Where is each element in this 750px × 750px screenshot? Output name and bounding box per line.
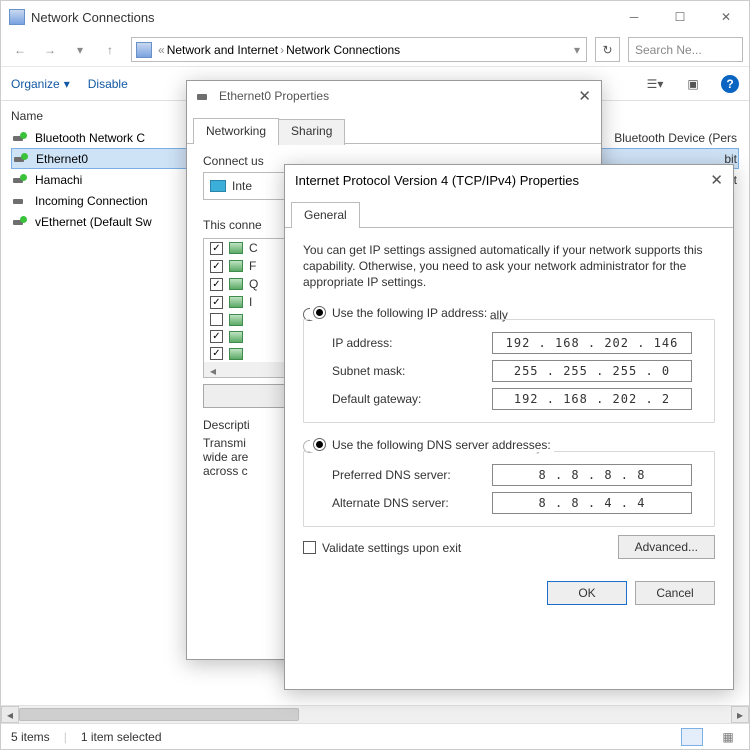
checkbox-icon[interactable]: ✓: [210, 347, 223, 360]
large-icons-view-button[interactable]: ▦: [717, 728, 739, 746]
advanced-button[interactable]: Advanced...: [618, 535, 715, 559]
tab-networking[interactable]: Networking: [193, 118, 279, 144]
cancel-button[interactable]: Cancel: [635, 581, 715, 605]
protocol-icon: [229, 331, 243, 343]
adapter-icon: [13, 130, 29, 146]
refresh-button[interactable]: ↻: [595, 37, 620, 62]
protocol-icon: [229, 314, 243, 326]
protocol-icon: [229, 242, 243, 254]
protocol-icon: [229, 348, 243, 360]
minimize-button[interactable]: ─: [611, 1, 657, 33]
horizontal-scrollbar[interactable]: ◂ ▸: [1, 705, 749, 723]
help-button[interactable]: ?: [721, 75, 739, 93]
recent-dropdown[interactable]: ▾: [67, 37, 93, 63]
breadcrumb-seg-1[interactable]: Network and Internet: [167, 43, 278, 57]
location-icon: [136, 42, 152, 58]
address-dropdown-icon[interactable]: ▾: [574, 43, 580, 57]
search-placeholder: Search Ne...: [635, 43, 702, 57]
protocol-icon: [229, 260, 243, 272]
search-input[interactable]: Search Ne...: [628, 37, 743, 62]
preview-pane-button[interactable]: ▣: [683, 75, 703, 93]
tabstrip: General: [285, 201, 733, 228]
dialog-title: Ethernet0 Properties: [219, 89, 578, 103]
tabstrip: Networking Sharing: [187, 117, 601, 144]
chevron-down-icon: ▾: [64, 77, 70, 91]
window-icon: [9, 9, 25, 25]
default-gateway-input[interactable]: 192 . 168 . 202 . 2: [492, 388, 692, 410]
conn-name: Bluetooth Network C: [35, 131, 145, 145]
alternate-dns-input[interactable]: 8 . 8 . 4 . 4: [492, 492, 692, 514]
address-bar[interactable]: « Network and Internet › Network Connect…: [131, 37, 587, 62]
preferred-dns-label: Preferred DNS server:: [332, 468, 492, 482]
scroll-thumb[interactable]: [19, 708, 299, 721]
checkbox-icon[interactable]: ✓: [210, 260, 223, 273]
default-gateway-label: Default gateway:: [332, 392, 492, 406]
adapter-name: Inte: [232, 179, 252, 193]
conn-name: vEthernet (Default Sw: [35, 215, 152, 229]
radio-icon: [313, 438, 326, 451]
checkbox-icon[interactable]: ✓: [210, 296, 223, 309]
status-selected: 1 item selected: [81, 730, 162, 744]
alternate-dns-label: Alternate DNS server:: [332, 496, 492, 510]
nic-icon: [210, 180, 226, 192]
back-button[interactable]: ←: [7, 37, 33, 63]
preferred-dns-input[interactable]: 8 . 8 . 8 . 8: [492, 464, 692, 486]
dialog-close-button[interactable]: ✕: [578, 87, 591, 105]
titlebar: Network Connections ─ ☐ ✕: [1, 1, 749, 33]
tab-general[interactable]: General: [291, 202, 360, 228]
dialog-body: You can get IP settings assigned automat…: [285, 228, 733, 617]
ok-button[interactable]: OK: [547, 581, 627, 605]
chevron-right-icon: ›: [280, 43, 284, 57]
status-bar: 5 items | 1 item selected ▦: [1, 723, 749, 749]
adapter-icon: [14, 151, 30, 167]
disable-button[interactable]: Disable: [88, 77, 128, 91]
description-label: Descripti: [203, 418, 250, 432]
status-count: 5 items: [11, 730, 50, 744]
dialog-titlebar: Ethernet0 Properties ✕: [187, 81, 601, 111]
protocol-icon: [229, 278, 243, 290]
scroll-right-button[interactable]: ▸: [731, 706, 749, 723]
subnet-mask-label: Subnet mask:: [332, 364, 492, 378]
ipv4-properties-dialog: Internet Protocol Version 4 (TCP/IPv4) P…: [284, 164, 734, 690]
checkbox-icon: [303, 541, 316, 554]
breadcrumb-history-icon: «: [158, 43, 165, 57]
adapter-icon: [13, 193, 29, 209]
checkbox-icon[interactable]: [210, 313, 223, 326]
checkbox-icon[interactable]: ✓: [210, 242, 223, 255]
checkbox-icon[interactable]: ✓: [210, 278, 223, 291]
window-title: Network Connections: [31, 10, 611, 25]
address-toolbar: ← → ▾ ↑ « Network and Internet › Network…: [1, 33, 749, 67]
up-button[interactable]: ↑: [97, 37, 123, 63]
protocol-icon: [229, 296, 243, 308]
ip-address-input[interactable]: 192 . 168 . 202 . 146: [492, 332, 692, 354]
conn-name: Incoming Connection: [35, 194, 148, 208]
subnet-mask-input[interactable]: 255 . 255 . 255 . 0: [492, 360, 692, 382]
ip-address-label: IP address:: [332, 336, 492, 350]
organize-menu[interactable]: Organize▾: [11, 77, 70, 91]
info-text: You can get IP settings assigned automat…: [303, 242, 715, 291]
dialog-titlebar: Internet Protocol Version 4 (TCP/IPv4) P…: [285, 165, 733, 195]
conn-name: Hamachi: [35, 173, 82, 187]
close-button[interactable]: ✕: [703, 1, 749, 33]
adapter-icon: [13, 172, 29, 188]
scroll-left-button[interactable]: ◂: [1, 706, 19, 723]
radio-dns-manual[interactable]: Use the following DNS server addresses:: [310, 438, 554, 452]
maximize-button[interactable]: ☐: [657, 1, 703, 33]
forward-button[interactable]: →: [37, 37, 63, 63]
conn-name: Ethernet0: [36, 152, 88, 166]
details-view-button[interactable]: [681, 728, 703, 746]
dialog-icon: [197, 88, 213, 104]
dialog-title: Internet Protocol Version 4 (TCP/IPv4) P…: [295, 173, 710, 188]
dialog-close-button[interactable]: ✕: [710, 171, 723, 189]
breadcrumb-seg-2[interactable]: Network Connections: [286, 43, 400, 57]
radio-icon: [313, 306, 326, 319]
adapter-icon: [13, 214, 29, 230]
conn-device: Bluetooth Device (Pers: [614, 131, 737, 145]
checkbox-icon[interactable]: ✓: [210, 330, 223, 343]
radio-ip-manual[interactable]: Use the following IP address:: [310, 306, 490, 320]
tab-sharing[interactable]: Sharing: [278, 119, 345, 145]
view-options-button[interactable]: ☰▾: [645, 75, 665, 93]
